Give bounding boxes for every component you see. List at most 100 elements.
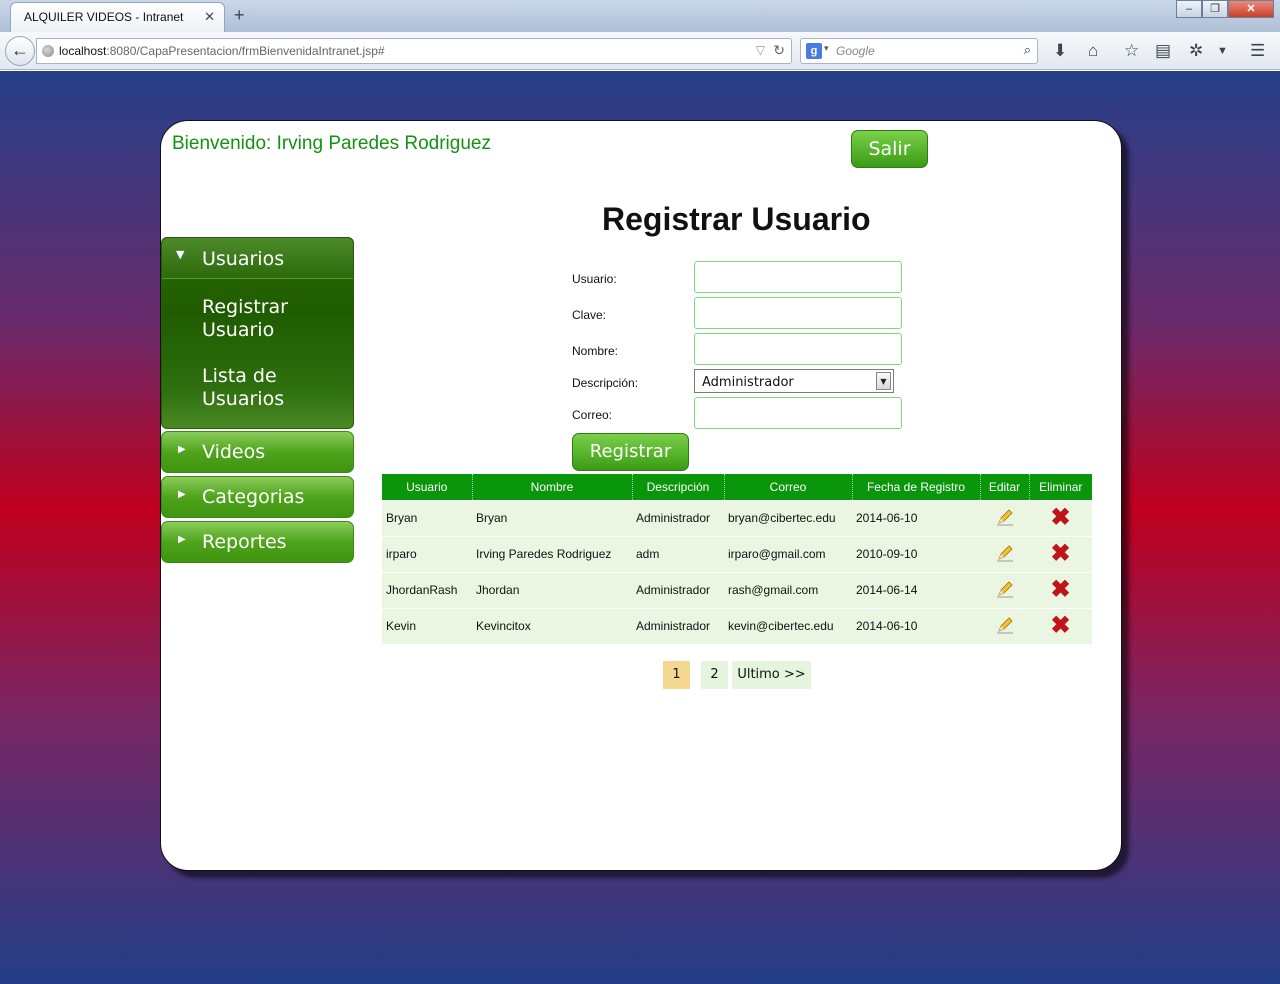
search-engine-dropdown-icon[interactable]: ▾ <box>824 43 829 54</box>
col-nombre[interactable]: Nombre <box>472 474 633 500</box>
page-1-link[interactable]: 1 <box>663 661 690 689</box>
cell-fecha: 2014-06-14 <box>852 571 980 608</box>
registrar-button[interactable]: Registrar <box>572 433 689 471</box>
address-bar[interactable]: localhost:8080/CapaPresentacion/frmBienv… <box>36 38 792 64</box>
tab-close-icon[interactable]: ✕ <box>204 9 215 25</box>
clave-label: Clave: <box>572 308 607 322</box>
url-path: :8080/CapaPresentacion/frmBienvenidaIntr… <box>106 44 385 58</box>
browser-tab[interactable]: ALQUILER VIDEOS - Intranet ✕ <box>10 2 225 32</box>
edit-cell <box>980 607 1029 644</box>
sidebar-item-lista-usuarios[interactable]: Lista de Usuarios <box>162 365 312 411</box>
page-2-link[interactable]: 2 <box>701 661 728 689</box>
pencil-edit-icon[interactable] <box>995 507 1015 527</box>
descripcion-select[interactable]: Administrador ▼ <box>694 369 894 393</box>
reading-list-icon[interactable]: ▤ <box>1155 41 1171 61</box>
sidebar-item-reportes[interactable]: ▶ Reportes <box>161 521 354 563</box>
window-close-icon[interactable]: ✕ <box>1228 0 1274 18</box>
cell-usuario: Kevin <box>382 607 472 644</box>
caret-right-icon: ▶ <box>178 444 186 455</box>
cell-fecha: 2014-06-10 <box>852 499 980 536</box>
pencil-edit-icon[interactable] <box>995 579 1015 599</box>
cell-fecha: 2010-09-10 <box>852 535 980 572</box>
pencil-edit-icon[interactable] <box>995 543 1015 563</box>
last-page-link[interactable]: Ultimo >> <box>732 661 811 689</box>
nombre-label: Nombre: <box>572 344 619 358</box>
sidebar: ▼ Usuarios Registrar Usuario Lista de Us… <box>161 237 354 563</box>
cell-nombre: Bryan <box>472 499 632 536</box>
delete-cell: ✖ <box>1029 607 1092 644</box>
delete-x-icon[interactable]: ✖ <box>1050 506 1070 530</box>
delete-x-icon[interactable]: ✖ <box>1050 614 1070 638</box>
col-correo[interactable]: Correo <box>724 474 853 500</box>
correo-field[interactable] <box>694 397 902 429</box>
cell-nombre: Kevincitox <box>472 607 632 644</box>
search-placeholder: Google <box>836 44 875 58</box>
addon-icon[interactable]: ✲ <box>1189 41 1203 61</box>
maximize-icon[interactable]: ❐ <box>1202 0 1228 18</box>
col-fecha[interactable]: Fecha de Registro <box>852 474 981 500</box>
cell-descripcion: Administrador <box>632 499 724 536</box>
url-host: localhost <box>59 44 107 58</box>
logout-button[interactable]: Salir <box>851 130 928 168</box>
table-row: Kevin Kevincitox Administrador kevin@cib… <box>382 607 1092 644</box>
correo-label: Correo: <box>572 408 613 422</box>
table-row: Bryan Bryan Administrador bryan@cibertec… <box>382 499 1092 536</box>
caret-right-icon: ▶ <box>178 489 186 500</box>
col-eliminar: Eliminar <box>1029 474 1092 500</box>
url-dropdown-icon[interactable]: ▽ <box>756 43 765 57</box>
sidebar-item-registrar-usuario[interactable]: Registrar Usuario <box>162 296 312 342</box>
google-icon[interactable]: g <box>806 43 822 59</box>
sidebar-section-usuarios: ▼ Usuarios Registrar Usuario Lista de Us… <box>161 237 354 429</box>
cell-correo: irparo@gmail.com <box>724 535 852 572</box>
cell-fecha: 2014-06-10 <box>852 607 980 644</box>
cell-usuario: Bryan <box>382 499 472 536</box>
clave-field[interactable] <box>694 297 902 329</box>
sidebar-header-usuarios[interactable]: ▼ Usuarios <box>162 238 353 279</box>
magnifier-icon[interactable]: ⌕ <box>1024 42 1031 58</box>
cell-descripcion: Administrador <box>632 571 724 608</box>
minimize-icon[interactable]: – <box>1176 0 1202 18</box>
addon-dropdown-icon[interactable]: ▼ <box>1217 45 1228 57</box>
main-card: Bienvenido: Irving Paredes Rodriguez Sal… <box>160 120 1122 871</box>
search-input[interactable]: g ▾ Google ⌕ <box>800 38 1038 64</box>
hamburger-menu-icon[interactable]: ☰ <box>1250 41 1265 61</box>
new-tab-icon[interactable]: + <box>234 5 245 26</box>
nombre-field[interactable] <box>694 333 902 365</box>
cell-correo: bryan@cibertec.edu <box>724 499 852 536</box>
delete-cell: ✖ <box>1029 535 1092 572</box>
caret-down-icon: ▼ <box>176 248 185 261</box>
usuario-field[interactable] <box>694 261 902 293</box>
window-controls: – ❐ ✕ <box>1176 0 1274 18</box>
reload-icon[interactable]: ↻ <box>773 42 785 59</box>
col-usuario[interactable]: Usuario <box>382 474 473 500</box>
delete-x-icon[interactable]: ✖ <box>1050 578 1070 602</box>
welcome-text: Bienvenido: Irving Paredes Rodriguez <box>172 133 491 154</box>
download-icon[interactable]: ⬇ <box>1053 41 1067 61</box>
globe-icon <box>42 45 54 57</box>
pencil-edit-icon[interactable] <box>995 615 1015 635</box>
users-table: Usuario Nombre Descripción Correo Fecha … <box>382 474 1092 644</box>
sidebar-item-categorias[interactable]: ▶ Categorias <box>161 476 354 518</box>
pagination: 1 2 Ultimo >> <box>663 661 811 689</box>
browser-navbar: ← localhost:8080/CapaPresentacion/frmBie… <box>0 32 1280 70</box>
home-icon[interactable]: ⌂ <box>1088 41 1098 61</box>
table-row: irparo Irving Paredes Rodriguez adm irpa… <box>382 535 1092 572</box>
table-row: JhordanRash Jhordan Administrador rash@g… <box>382 571 1092 608</box>
tab-title: ALQUILER VIDEOS - Intranet <box>24 10 184 24</box>
edit-cell <box>980 535 1029 572</box>
col-descripcion[interactable]: Descripción <box>632 474 725 500</box>
page-title: Registrar Usuario <box>602 201 871 237</box>
bookmark-star-icon[interactable]: ☆ <box>1124 41 1139 61</box>
delete-cell: ✖ <box>1029 499 1092 536</box>
delete-x-icon[interactable]: ✖ <box>1050 542 1070 566</box>
cell-descripcion: adm <box>632 535 724 572</box>
back-arrow-icon[interactable]: ← <box>5 36 35 66</box>
chevron-down-icon[interactable]: ▼ <box>876 372 891 390</box>
browser-titlebar: ALQUILER VIDEOS - Intranet ✕ + – ❐ ✕ <box>0 0 1280 32</box>
cell-correo: kevin@cibertec.edu <box>724 607 852 644</box>
usuario-label: Usuario: <box>572 272 617 286</box>
sidebar-item-label: Categorias <box>202 486 305 508</box>
cell-nombre: Jhordan <box>472 571 632 608</box>
sidebar-item-label: Reportes <box>202 531 287 553</box>
sidebar-item-videos[interactable]: ▶ Videos <box>161 431 354 473</box>
